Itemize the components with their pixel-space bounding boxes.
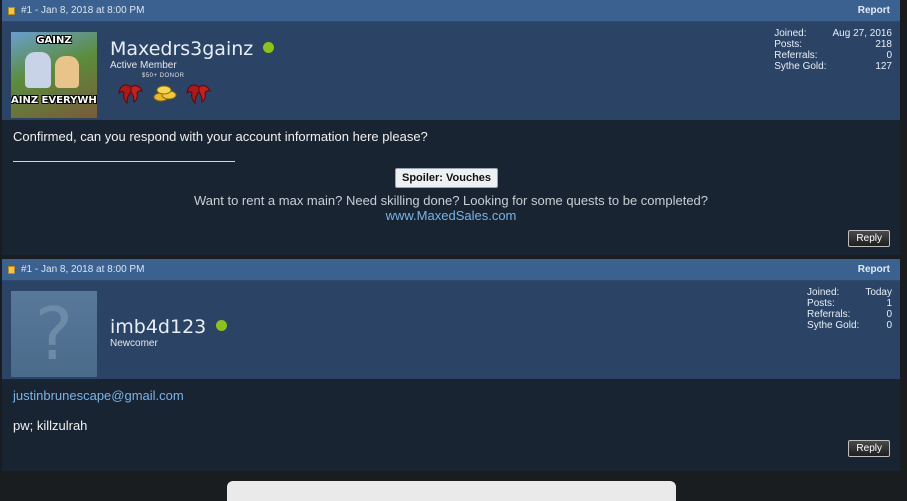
user-stats: Joined: Aug 27, 2016 Posts: 218 Referrals:… [774, 28, 892, 72]
report-link[interactable]: Report [858, 264, 900, 275]
badge-row [118, 81, 212, 105]
stat-value: Aug 27, 2016 [832, 28, 893, 39]
post: #1 - Jan 8, 2018 at 8:00 PM Report GAINZ… [2, 0, 900, 255]
user-panel: ? imb4d123 Newcomer Joined: Today Posts: 1… [2, 281, 900, 379]
spoiler-button[interactable]: Spoiler: Vouches [395, 168, 499, 188]
reply-button[interactable]: Reply [848, 440, 890, 457]
post-body: Confirmed, can you respond with your acc… [2, 120, 900, 255]
post-icon [8, 265, 15, 274]
post-icon [8, 6, 15, 15]
bottom-popup-bar [227, 481, 676, 501]
post-body: justinbrunescape@gmail.com pw; killzulra… [2, 379, 900, 471]
signature-divider [13, 161, 235, 162]
default-avatar-icon[interactable]: ? [11, 291, 97, 377]
gold-coins-icon [153, 85, 177, 102]
post-meta: #1 - Jan 8, 2018 at 8:00 PM [21, 264, 145, 275]
stat-value: 0 [886, 309, 892, 320]
user-panel: GAINZ AINZ EVERYWHER Maxedrs3gainz Activ… [2, 22, 900, 120]
stat-label: Joined: [807, 287, 840, 298]
stat-value: 127 [875, 61, 892, 72]
username[interactable]: Maxedrs3gainz [110, 38, 253, 60]
stat-label: Sythe Gold: [807, 320, 860, 331]
stat-value: 0 [886, 320, 892, 331]
stat-label: Referrals: [774, 50, 818, 61]
username[interactable]: imb4d123 [110, 316, 206, 338]
stat-label: Posts: [807, 298, 835, 309]
email-link[interactable]: justinbrunescape@gmail.com [13, 388, 184, 403]
stat-value: 218 [875, 39, 892, 50]
stat-label: Joined: [774, 28, 807, 39]
meme-avatar-icon[interactable]: GAINZ AINZ EVERYWHER [11, 32, 97, 118]
post-header: #1 - Jan 8, 2018 at 8:00 PM Report [2, 259, 900, 281]
username-row: imb4d123 [110, 316, 228, 338]
stat-label: Referrals: [807, 309, 851, 320]
post: #1 - Jan 8, 2018 at 8:00 PM Report ? imb… [2, 259, 900, 471]
stat-value: 1 [886, 298, 892, 309]
red-wings-icon [186, 84, 211, 105]
avatar-caption-top: GAINZ [36, 35, 72, 46]
post-message: Confirmed, can you respond with your acc… [13, 129, 428, 144]
red-wings-icon [118, 84, 143, 105]
signature-text: Want to rent a max main? Need skilling d… [193, 193, 709, 208]
online-status-icon [216, 320, 228, 331]
post-header: #1 - Jan 8, 2018 at 8:00 PM Report [2, 0, 900, 22]
stat-label: Posts: [774, 39, 803, 50]
user-stats: Joined: Today Posts: 1 Referrals: 0 Sythe G… [807, 287, 892, 331]
online-status-icon [263, 42, 275, 53]
reply-button[interactable]: Reply [848, 230, 890, 247]
stat-value: 0 [886, 50, 892, 61]
post-meta: #1 - Jan 8, 2018 at 8:00 PM [21, 5, 145, 16]
report-link[interactable]: Report [858, 5, 900, 16]
signature-link[interactable]: www.MaxedSales.com [2, 208, 900, 223]
stat-value: Today [865, 287, 892, 298]
user-title: Newcomer [110, 338, 158, 349]
username-row: Maxedrs3gainz [110, 38, 275, 60]
avatar-caption-bottom: AINZ EVERYWHER [11, 95, 97, 106]
post-message: pw; killzulrah [13, 418, 88, 433]
user-title: Active Member [110, 60, 177, 71]
stat-label: Sythe Gold: [774, 61, 827, 72]
donor-label: $50+ DONOR [142, 73, 185, 79]
